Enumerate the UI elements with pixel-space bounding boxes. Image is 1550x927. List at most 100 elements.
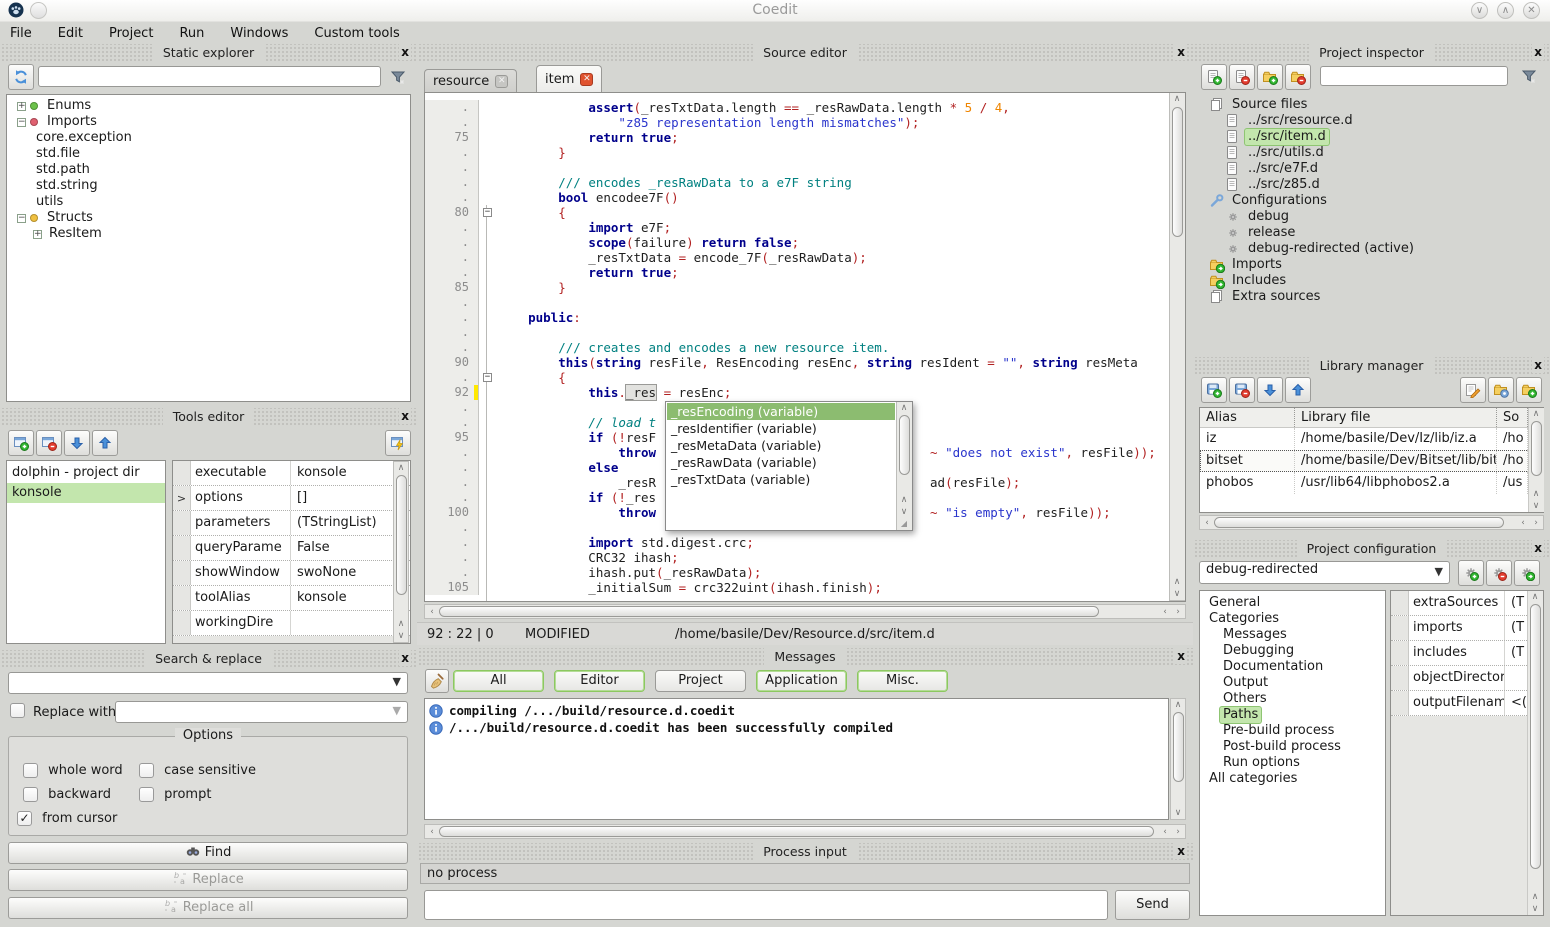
clear-messages-button[interactable] (425, 669, 449, 693)
filter-misc-button[interactable]: Misc. (857, 670, 948, 692)
replace-with-checkbox[interactable] (10, 703, 25, 718)
tool-properties-grid[interactable]: executable konsole > options [] paramete… (172, 460, 411, 644)
tree-item[interactable]: utils (11, 194, 410, 210)
menu-file[interactable]: File (10, 26, 32, 41)
remove-folder-button[interactable] (1285, 64, 1311, 90)
fold-margin[interactable] (480, 505, 496, 520)
fold-margin[interactable] (480, 325, 496, 340)
project-inspector-header[interactable]: Project inspectorx (1193, 44, 1550, 61)
remove-configuration-button[interactable] (1486, 560, 1512, 586)
messages-hscrollbar[interactable]: ‹ ‹ › (424, 824, 1186, 839)
chevron-down-icon[interactable]: ▼ (1435, 564, 1443, 577)
add-tool-button[interactable] (8, 430, 34, 456)
fold-margin[interactable] (480, 580, 496, 595)
inspector-filter-input[interactable] (1320, 66, 1508, 86)
tree-item[interactable]: ../src/resource.d (1203, 113, 1544, 129)
fold-margin[interactable] (480, 145, 496, 160)
close-tab-icon[interactable]: ✕ (495, 75, 508, 88)
tree-item[interactable]: Extra sources (1203, 289, 1544, 305)
move-down-button[interactable] (64, 430, 90, 456)
property-row[interactable]: toolAlias konsole (173, 586, 410, 611)
property-row[interactable]: showWindow swoNone (173, 561, 410, 586)
symbol-search-input[interactable] (38, 66, 381, 87)
activate-configuration-button[interactable] (1514, 560, 1540, 586)
category-item[interactable]: Run options (1206, 755, 1385, 771)
close-icon[interactable]: x (399, 408, 411, 424)
filter-editor-button[interactable]: Editor (554, 670, 645, 692)
fold-margin[interactable] (480, 400, 496, 415)
property-row[interactable]: objectDirectory (1391, 666, 1543, 691)
expand-plus-icon[interactable]: + (17, 102, 26, 111)
close-icon[interactable]: x (1175, 44, 1187, 60)
fold-margin[interactable]: − (480, 370, 496, 385)
column-header[interactable]: Library file (1295, 408, 1497, 427)
tree-item[interactable]: Imports (1203, 257, 1544, 273)
messages-list[interactable]: compiling /.../build/resource.d.coedit /… (424, 698, 1169, 820)
fold-margin[interactable] (480, 235, 496, 250)
source-editor-header[interactable]: Source editorx (417, 44, 1193, 61)
menu-edit[interactable]: Edit (58, 26, 83, 41)
property-row[interactable]: workingDire (173, 611, 410, 636)
tree-item-label[interactable]: ../src/e7F.d (1245, 161, 1321, 177)
tree-item-label[interactable]: ../src/resource.d (1245, 113, 1356, 129)
tree-item[interactable]: ../src/z85.d (1203, 177, 1544, 193)
tree-item-label[interactable]: std.string (33, 178, 101, 194)
expand-plus-icon[interactable]: + (33, 230, 42, 239)
completion-item[interactable]: _resRawData (variable) (667, 454, 895, 471)
fold-margin[interactable] (480, 160, 496, 175)
library-vscrollbar[interactable]: ∧ ∧ ∨ (1528, 408, 1544, 512)
category-item[interactable]: Post-build process (1206, 739, 1385, 755)
category-label[interactable]: All categories (1206, 771, 1300, 787)
category-label[interactable]: Post-build process (1220, 739, 1344, 755)
column-header[interactable]: So (1497, 408, 1528, 427)
find-button[interactable]: Find (8, 842, 408, 864)
category-item[interactable]: Others (1206, 691, 1385, 707)
category-item[interactable]: Paths (1206, 707, 1385, 723)
library-cell[interactable]: /home/basile/Dev/Iz/lib/iz.a (1295, 428, 1497, 450)
tree-item-label[interactable]: ResItem (46, 226, 105, 242)
replace-all-button[interactable]: ba Replace all (8, 897, 408, 919)
filter-icon[interactable] (385, 64, 411, 90)
tree-item[interactable]: ../src/utils.d (1203, 145, 1544, 161)
tree-item-label[interactable]: Includes (1229, 273, 1289, 289)
completion-popup[interactable]: _resEncoding (variable)_resIdentifier (v… (665, 401, 913, 531)
tree-item[interactable]: ../src/e7F.d (1203, 161, 1544, 177)
completion-item[interactable]: _resMetaData (variable) (667, 437, 895, 454)
checkbox-icon[interactable] (23, 787, 38, 802)
fold-margin[interactable] (480, 265, 496, 280)
category-label[interactable]: Output (1220, 675, 1271, 691)
remove-tool-button[interactable] (36, 430, 62, 456)
tools-editor-header[interactable]: Tools editorx (0, 408, 417, 425)
tree-item[interactable]: debug-redirected (active) (1203, 241, 1544, 257)
code-line[interactable]: 75 return true; (425, 130, 1169, 145)
code-line[interactable]: . import std.digest.crc; (425, 535, 1169, 550)
fold-margin[interactable] (480, 250, 496, 265)
refresh-button[interactable] (8, 64, 34, 90)
fold-margin[interactable] (480, 100, 496, 115)
category-item[interactable]: Debugging (1206, 643, 1385, 659)
tool-list-item[interactable]: dolphin - project dir (7, 463, 165, 483)
fold-margin[interactable] (480, 130, 496, 145)
tree-item-label[interactable]: core.exception (33, 130, 135, 146)
tree-item-label[interactable]: Configurations (1229, 193, 1330, 209)
tab-resource[interactable]: resource ✕ (424, 69, 517, 92)
code-line[interactable]: . return true; (425, 265, 1169, 280)
tree-item-label[interactable]: utils (33, 194, 66, 210)
symbol-tree[interactable]: +Enums−Importscore.exceptionstd.filestd.… (6, 94, 411, 402)
editor-area[interactable]: . assert(_resTxtData.length == _resRawDa… (424, 92, 1186, 602)
close-icon[interactable]: x (1175, 843, 1187, 859)
tree-item-label[interactable]: Extra sources (1229, 289, 1323, 305)
tree-item[interactable]: std.file (11, 146, 410, 162)
option-prompt[interactable]: prompt (139, 787, 211, 802)
remove-source-button[interactable] (1229, 64, 1255, 90)
tree-item-label[interactable]: ../src/z85.d (1245, 177, 1323, 193)
completion-item[interactable]: _resEncoding (variable) (667, 403, 895, 420)
fold-margin[interactable] (480, 535, 496, 550)
tree-item[interactable]: release (1203, 225, 1544, 241)
process-input-header[interactable]: Process inputx (417, 843, 1193, 860)
remove-library-button[interactable] (1229, 377, 1255, 403)
configuration-categories-tree[interactable]: General Categories Messages Debugging Do… (1199, 590, 1386, 916)
library-table-header[interactable]: AliasLibrary fileSo (1200, 408, 1543, 428)
fold-margin[interactable] (480, 340, 496, 355)
category-item[interactable]: All categories (1206, 771, 1385, 787)
